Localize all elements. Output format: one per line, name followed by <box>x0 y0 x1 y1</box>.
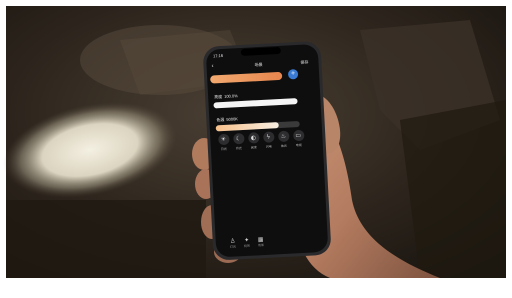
photo-scene <box>0 0 512 284</box>
